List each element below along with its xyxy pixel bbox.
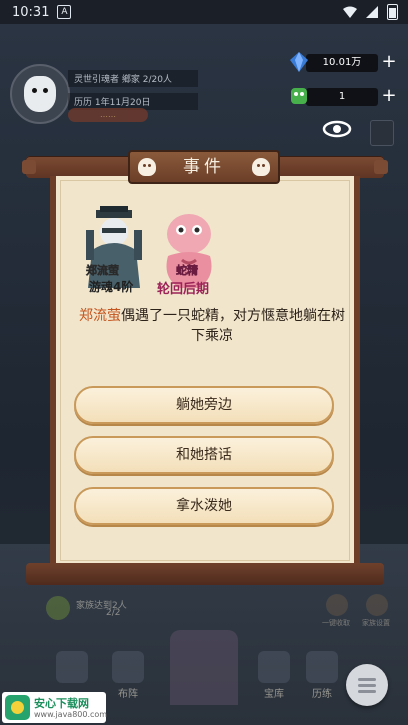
player-title: 灵世引魂者 鄉家 2/20人 <box>68 70 198 87</box>
family-settings-label: 家族设置 <box>362 619 390 627</box>
event-description: 郑流萤偶遇了一只蛇精，对方惬意地躺在树下乘凉 <box>76 306 348 346</box>
menu-line <box>358 678 376 681</box>
nav-item-treasury[interactable]: 宝库 <box>252 651 296 703</box>
dialog-title-plaque: 事件 <box>128 150 280 184</box>
event-body-text: 偶遇了一只蛇精，对方惬意地躺在树下乘凉 <box>121 308 345 344</box>
collect-all-label: 一键收取 <box>322 619 350 627</box>
resource-spirit-stone: 10.01万 + <box>288 50 398 76</box>
family-progress[interactable]: 家族达到2人 2/2 <box>46 596 176 620</box>
quick-actions: 一键收取 家族设置 <box>322 594 402 628</box>
menu-book-button[interactable] <box>370 120 394 146</box>
blue-gem-icon <box>290 52 308 72</box>
nav-label: 宝库 <box>264 689 284 700</box>
collect-all-icon[interactable] <box>326 594 348 616</box>
add-jade-button[interactable]: + <box>380 84 398 108</box>
ghost-icon <box>252 158 270 176</box>
eye-icon[interactable] <box>322 118 352 140</box>
wolf-face-icon <box>24 76 56 112</box>
nav-label: 布阵 <box>118 689 138 700</box>
choice-button-2[interactable]: 和她搭话 <box>74 436 334 474</box>
battery-icon <box>387 4 398 20</box>
avatar-eye-left <box>32 88 37 93</box>
character-1-rank: 游魂4阶 <box>89 280 134 294</box>
green-jade-icon <box>291 88 307 104</box>
nav-icon <box>112 651 144 683</box>
nav-item-training[interactable]: 历练 <box>300 651 344 703</box>
player-avatar[interactable] <box>10 64 70 124</box>
player-badge: …… <box>68 108 148 122</box>
resource-value: 10.01万 <box>306 54 378 72</box>
choice-button-3[interactable]: 拿水泼她 <box>74 487 334 525</box>
resource-value: 1 <box>306 88 378 106</box>
avatar-eye-right <box>43 88 48 93</box>
family-count: 2/2 <box>106 608 121 618</box>
watermark-logo-icon <box>5 695 30 720</box>
character-2-rank: 轮回后期 <box>157 282 210 297</box>
resource-jade: 1 + <box>288 84 398 110</box>
character-1-name: 郑流萤 <box>86 264 120 278</box>
nav-icon <box>258 651 290 683</box>
choice-button-1[interactable]: 躺她旁边 <box>74 386 334 424</box>
status-icons <box>343 4 398 20</box>
family-settings-icon[interactable] <box>366 594 388 616</box>
dialog-scroll-bottom <box>26 563 384 585</box>
wifi-icon <box>343 6 357 18</box>
nav-icon <box>56 651 88 683</box>
menu-line <box>358 690 376 693</box>
app-notification-icon: A <box>57 5 72 19</box>
nav-item-formation[interactable]: 布阵 <box>106 651 150 703</box>
ghost-icon <box>138 158 156 176</box>
character-2-name: 蛇精 <box>176 264 199 278</box>
add-spirit-stone-button[interactable]: + <box>380 50 398 74</box>
family-icon <box>46 596 70 620</box>
resource-panel: 10.01万 + 1 + <box>288 50 398 118</box>
dialog-title: 事件 <box>183 157 225 177</box>
nav-center-gate[interactable] <box>170 630 238 705</box>
watermark-title: 安心下载网 <box>34 697 89 710</box>
nav-icon <box>306 651 338 683</box>
signal-icon <box>366 6 378 18</box>
menu-line <box>358 684 376 687</box>
status-bar: 10:31 A <box>0 0 408 24</box>
status-time: 10:31 <box>12 4 50 20</box>
site-watermark: 安心下载网 www.java800.com <box>2 692 108 723</box>
floating-menu-button[interactable] <box>346 664 388 706</box>
watermark-url: www.java800.com <box>34 710 108 719</box>
nav-label: 历练 <box>312 689 332 700</box>
player-panel[interactable]: 灵世引魂者 鄉家 2/20人 历历 1年11月20日 …… <box>10 64 198 134</box>
event-character-name: 郑流萤 <box>79 308 121 324</box>
